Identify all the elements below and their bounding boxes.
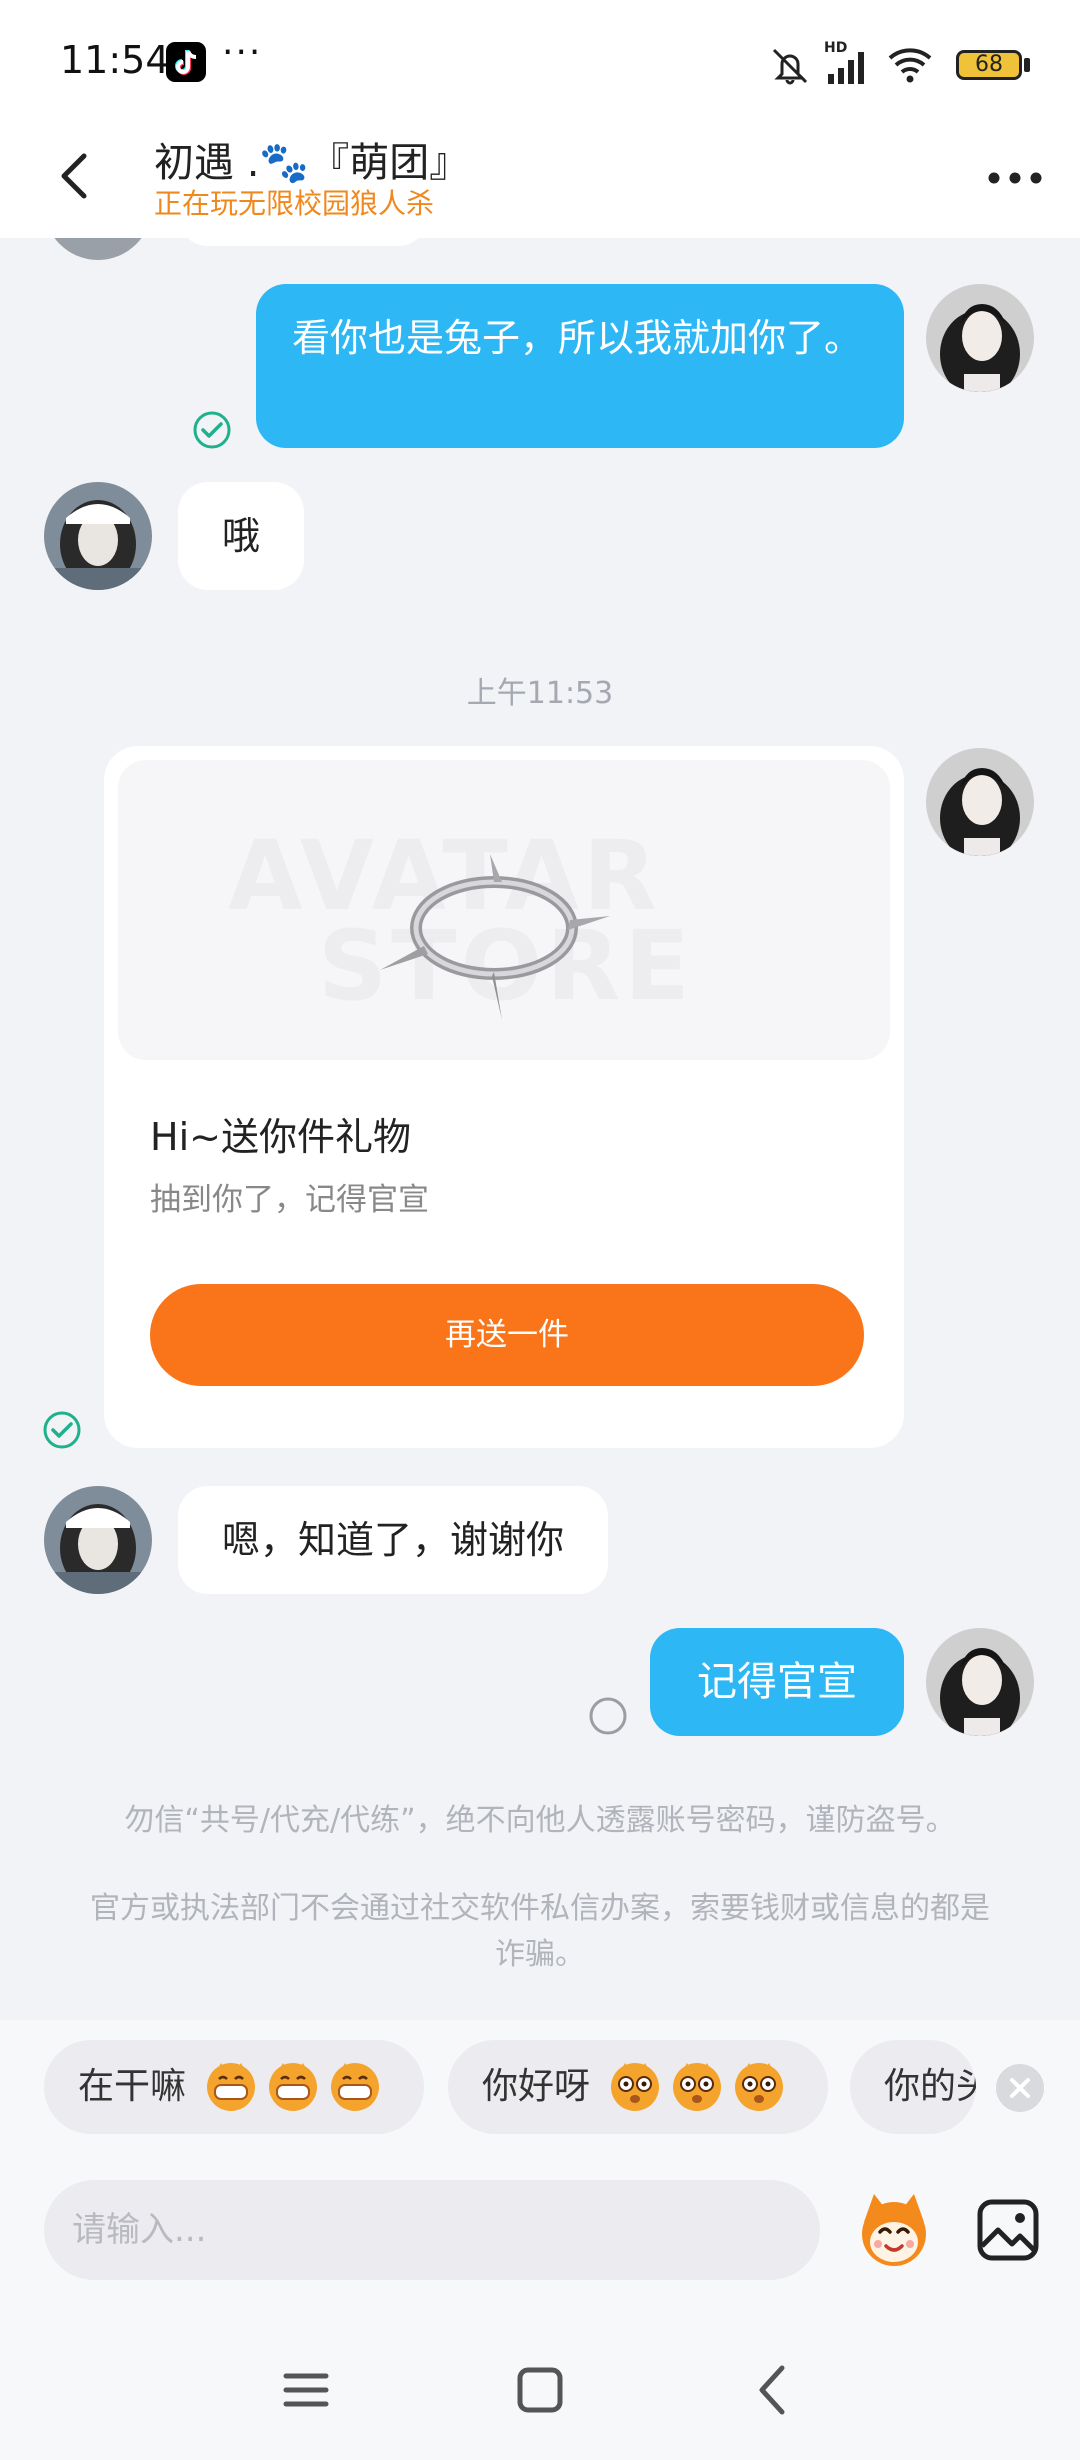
home-button[interactable]	[500, 2350, 580, 2430]
self-avatar[interactable]	[926, 1628, 1034, 1736]
read-check-icon	[193, 411, 231, 449]
chat-header: 初遇 .🐾『萌团』 正在玩无限校园狼人杀	[0, 120, 1080, 238]
more-dots-icon	[988, 172, 1042, 184]
gift-banner-image: AVATAR STORE	[118, 760, 890, 1060]
gift-card[interactable]: AVATAR STORE Hi~送你件礼物 抽到你了，记得官宣 再送一件	[104, 746, 904, 1448]
recents-button[interactable]	[266, 2350, 346, 2430]
chat-title[interactable]: 初遇 .🐾『萌团』	[154, 130, 469, 188]
quick-reply-label: 在干嘛	[78, 2066, 187, 2107]
tiktok-notification-icon	[166, 42, 206, 82]
system-nav-bar	[0, 2310, 1080, 2460]
quick-reply-bar: 在干嘛 你好呀 你的头像	[0, 2020, 1080, 2180]
quick-reply-label: 你的头像	[884, 2066, 976, 2107]
peer-avatar[interactable]	[44, 1486, 152, 1594]
back-chevron-icon	[759, 2365, 785, 2415]
quick-reply-chip[interactable]: 你的头像	[850, 2040, 976, 2134]
quick-reply-chip[interactable]: 你好呀	[448, 2040, 828, 2134]
battery-indicator: 68	[956, 50, 1022, 80]
incoming-message-bubble[interactable]: 嗯，知道了，谢谢你	[178, 1486, 609, 1594]
gift-title: Hi~送你件礼物	[150, 1115, 411, 1159]
message-input[interactable]	[44, 2180, 820, 2280]
status-bar: 11:54 ··· HD 68	[0, 0, 1080, 120]
outgoing-message-bubble[interactable]: 看你也是兔子，所以我就加你了。	[256, 284, 904, 448]
more-options-button[interactable]	[980, 146, 1050, 206]
back-button[interactable]	[40, 140, 110, 210]
self-avatar[interactable]	[926, 284, 1034, 392]
quick-reply-chip[interactable]: 在干嘛	[44, 2040, 424, 2134]
message-timestamp: 上午11:53	[466, 676, 614, 711]
close-icon	[1010, 2078, 1030, 2098]
grin-emoji-icon	[331, 2063, 380, 2111]
gift-description: 抽到你了，记得官宣	[150, 1182, 429, 1218]
back-arrow-icon	[61, 153, 87, 199]
chat-subtitle-status: 正在玩无限校园狼人杀	[154, 187, 435, 220]
close-quick-replies-button[interactable]	[996, 2064, 1044, 2112]
outgoing-message-bubble[interactable]: 记得官宣	[650, 1628, 904, 1736]
read-check-icon	[43, 1411, 81, 1449]
sending-status-icon	[589, 1697, 627, 1735]
self-avatar[interactable]	[926, 748, 1034, 856]
incoming-message-bubble[interactable]: 哦	[178, 482, 305, 590]
wide-eye-emoji-icon	[611, 2063, 660, 2111]
battery-tip	[1024, 58, 1030, 72]
image-picker-button[interactable]	[968, 2190, 1048, 2270]
spiked-ring-icon	[380, 854, 610, 1020]
signal-icon	[828, 52, 864, 84]
quick-reply-label: 你好呀	[482, 2066, 591, 2107]
message-list[interactable]: 看你也是兔子，所以我就加你了。 哦 上午11:53 AVATAR STORE H…	[0, 238, 1080, 2020]
wide-eye-emoji-icon	[673, 2063, 722, 2111]
home-square-icon	[517, 2367, 563, 2413]
wide-eye-emoji-icon	[735, 2063, 784, 2111]
safety-notice-1: 勿信“共号/代充/代练”，绝不向他人透露账号密码，谨防盗号。	[124, 1803, 956, 1838]
previous-message-bubble	[178, 238, 428, 246]
grin-emoji-icon	[207, 2063, 256, 2111]
menu-lines-icon	[283, 2373, 329, 2407]
safety-notice-2: 官方或执法部门不会通过社交软件私信办案，索要钱财或信息的都是诈骗。	[90, 1891, 990, 1972]
wifi-icon	[888, 48, 932, 83]
mute-icon	[772, 48, 808, 85]
status-time: 11:54	[60, 38, 170, 82]
peer-avatar[interactable]	[44, 482, 152, 590]
peer-avatar[interactable]	[44, 238, 152, 260]
image-icon	[977, 2199, 1039, 2261]
mascot-emoji-icon	[862, 2194, 926, 2266]
grin-emoji-icon	[269, 2063, 318, 2111]
emoji-button[interactable]	[852, 2188, 936, 2272]
system-back-button[interactable]	[734, 2350, 814, 2430]
send-another-gift-button[interactable]: 再送一件	[150, 1284, 864, 1386]
status-more-dots: ···	[222, 32, 263, 73]
